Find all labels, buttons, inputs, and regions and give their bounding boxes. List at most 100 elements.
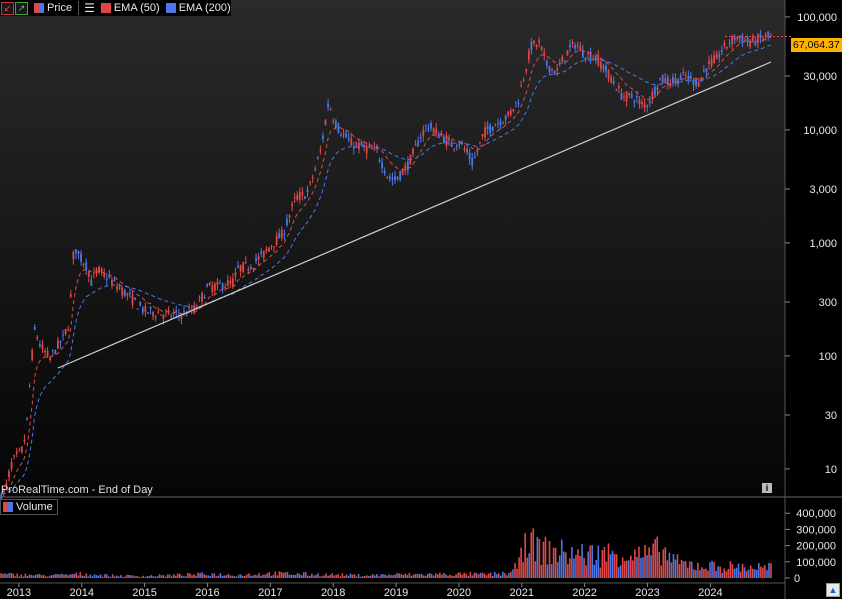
chart-type-up-icon[interactable]: ↗ <box>15 1 28 15</box>
price-candle-body <box>342 133 345 135</box>
volume-bar <box>258 573 260 578</box>
volume-bar <box>231 575 234 578</box>
legend-ema200-label[interactable]: EMA (200) <box>179 2 231 14</box>
price-candle-body <box>126 293 129 296</box>
volume-bar <box>422 575 425 578</box>
volume-bar <box>396 573 398 578</box>
price-candle-body <box>435 128 438 134</box>
volume-bar <box>181 575 183 578</box>
price-candle-body <box>599 62 602 69</box>
volume-bar <box>538 538 541 578</box>
volume-bar <box>479 572 482 578</box>
legend-price-label[interactable]: Price <box>47 2 72 14</box>
price-candle-body <box>226 280 229 287</box>
price-candle-body <box>329 109 332 111</box>
volume-bar <box>684 561 687 578</box>
volume-bar <box>603 546 606 578</box>
volume-bar <box>170 576 173 578</box>
volume-bar <box>317 573 319 578</box>
price-candle-body <box>767 31 770 36</box>
price-candle-body <box>630 94 633 98</box>
volume-bar <box>757 563 760 578</box>
price-candle-body <box>512 108 515 112</box>
volume-bar <box>491 576 494 578</box>
volume-bar <box>426 573 429 578</box>
volume-label[interactable]: Volume <box>16 501 53 513</box>
price-candle-body <box>419 137 422 139</box>
volume-bar <box>239 574 242 578</box>
volume-bar <box>751 568 754 578</box>
price-candle-body <box>247 268 250 271</box>
price-candle-body <box>28 385 31 387</box>
price-candle-body <box>41 344 44 350</box>
volume-bar <box>729 561 732 578</box>
volume-bar <box>652 543 654 578</box>
price-candle-body <box>275 235 278 245</box>
price-candle-body <box>769 34 772 36</box>
volume-bar <box>432 575 435 578</box>
volume-bar <box>658 552 661 578</box>
price-candle-body <box>62 334 64 336</box>
volume-bar <box>146 576 149 578</box>
volume-bar <box>87 576 90 578</box>
volume-bar <box>57 574 59 578</box>
info-icon[interactable]: i <box>762 483 772 493</box>
price-candle-body <box>291 203 293 206</box>
volume-bar <box>524 533 526 578</box>
volume-bar <box>674 559 677 578</box>
price-candle-body <box>584 57 587 60</box>
price-candle-body <box>610 77 613 83</box>
price-candle-body <box>358 142 360 150</box>
chart-type-down-icon[interactable]: ↙ <box>1 1 14 15</box>
price-candle-body <box>327 103 329 108</box>
price-candle-body <box>548 65 551 73</box>
price-candle-body <box>270 245 273 247</box>
volume-bar <box>461 574 463 578</box>
price-candle-body <box>517 103 520 105</box>
volume-bar <box>591 544 594 578</box>
volume-bar <box>353 574 356 578</box>
volume-bar <box>276 575 279 578</box>
price-candle-body <box>87 271 90 277</box>
price-candle-body <box>365 146 368 154</box>
volume-bar <box>447 575 449 578</box>
price-candle-body <box>257 256 260 260</box>
volume-bar <box>130 575 132 578</box>
price-candle-body <box>234 272 237 277</box>
price-candle-body <box>628 92 631 96</box>
volume-bar <box>682 561 685 578</box>
price-candle-body <box>448 138 450 141</box>
volume-bar <box>526 557 528 578</box>
chart-canvas: 100,000 30,000 10,000 3,000 1,000 300 100 30 10 4… <box>0 0 842 599</box>
legend-ema50-label[interactable]: EMA (50) <box>114 2 160 14</box>
price-candle-body <box>682 72 685 74</box>
volume-bar <box>71 573 73 578</box>
volume-bar <box>636 556 638 578</box>
volume-bar <box>485 575 488 578</box>
price-candle-body <box>502 123 504 125</box>
volume-bar <box>371 574 374 578</box>
volume-axis-label: 200,000 <box>796 541 836 553</box>
volume-bar <box>246 574 248 578</box>
price-candle-body <box>471 158 474 166</box>
volume-bar <box>79 572 82 578</box>
volume-bar <box>481 572 484 578</box>
volume-bar <box>85 573 88 578</box>
price-candle-body <box>57 340 59 349</box>
volume-bar <box>61 573 63 578</box>
price-candle-body <box>183 310 185 312</box>
price-candle-body <box>208 282 211 286</box>
volume-bar <box>705 568 707 578</box>
menu-lines-icon[interactable]: ☰ <box>84 1 95 15</box>
volume-bar <box>309 575 311 578</box>
volume-bar <box>280 572 283 578</box>
scroll-up-icon[interactable]: ▲ <box>826 583 840 597</box>
price-candle-body <box>736 37 739 40</box>
price-candle-body <box>654 87 656 96</box>
volume-bar <box>439 572 441 578</box>
price-candle-body <box>378 160 381 162</box>
price-candle-body <box>131 294 134 305</box>
price-candle-body <box>615 89 618 91</box>
volume-bar <box>516 568 518 578</box>
price-candle-body <box>479 141 481 143</box>
